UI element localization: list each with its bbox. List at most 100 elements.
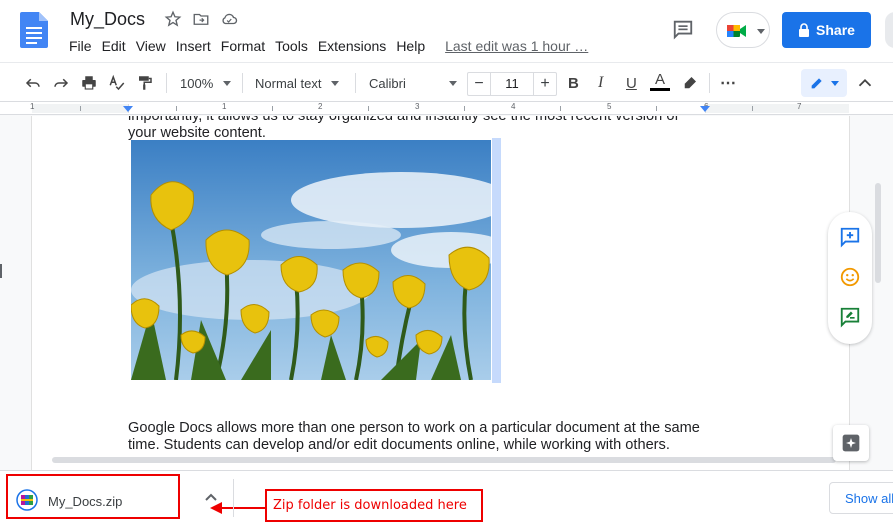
pencil-icon <box>811 78 822 89</box>
text-color-letter: A <box>654 71 665 88</box>
download-bar: My_Docs.zip Zip folder is downloaded her… <box>0 470 893 522</box>
comment-history-icon[interactable] <box>672 18 694 40</box>
text-color-swatch <box>650 88 670 91</box>
paint-roller-icon <box>139 76 152 90</box>
menu-format[interactable]: Format <box>216 37 270 55</box>
style-value: Normal text <box>255 75 322 91</box>
google-meet-icon <box>727 25 746 37</box>
ruler-tick <box>80 106 81 111</box>
chevron-down-icon <box>757 29 765 34</box>
text-color-button[interactable]: A <box>650 72 670 94</box>
text-line: Google Docs allows more than one person … <box>128 420 700 436</box>
toolbar-divider <box>355 73 356 93</box>
tulips-image[interactable] <box>131 140 491 380</box>
ruler-tick <box>560 106 561 111</box>
ruler-tick <box>656 106 657 111</box>
chevron-down-icon <box>831 80 839 86</box>
google-docs-logo-icon[interactable] <box>20 12 48 48</box>
spellcheck-button[interactable] <box>108 72 126 94</box>
ruler-tick <box>368 106 369 111</box>
download-file-name: My_Docs.zip <box>48 494 123 509</box>
ruler-number: 3 <box>415 102 420 111</box>
ruler-number: 1 <box>30 102 35 111</box>
emoji-reaction-icon[interactable] <box>839 266 861 288</box>
italic-button[interactable]: I <box>598 72 603 94</box>
toolbar-divider <box>242 73 243 93</box>
lock-icon <box>799 23 810 37</box>
download-item[interactable]: My_Docs.zip <box>6 474 180 519</box>
suggest-edits-icon[interactable] <box>839 306 861 328</box>
ruler-number: 7 <box>797 102 802 111</box>
underline-button[interactable]: U <box>626 72 637 94</box>
annotation-label: Zip folder is downloaded here <box>265 489 483 522</box>
vertical-scrollbar[interactable] <box>875 183 881 283</box>
menu-tools[interactable]: Tools <box>270 37 313 55</box>
last-edit-link[interactable]: Last edit was 1 hour … <box>440 37 593 55</box>
header: My_Docs File Edit View Insert Format Too… <box>0 0 893 62</box>
explore-button[interactable] <box>833 425 869 461</box>
bold-button[interactable]: B <box>568 72 579 94</box>
menu-help[interactable]: Help <box>391 37 430 55</box>
move-folder-icon[interactable] <box>192 10 210 28</box>
ruler-number: 4 <box>511 102 516 111</box>
more-options-button[interactable]: ⋯ <box>720 72 736 94</box>
paint-format-button[interactable] <box>136 72 154 94</box>
undo-icon <box>25 78 40 88</box>
menu-file[interactable]: File <box>64 37 97 55</box>
meet-button[interactable] <box>716 12 770 48</box>
avatar[interactable] <box>885 12 893 48</box>
ruler-number: 2 <box>318 102 323 111</box>
ruler-tick <box>464 106 465 111</box>
explore-sparkle-icon <box>842 434 860 452</box>
toolbar-divider <box>166 73 167 93</box>
font-size-input[interactable]: 11 <box>490 73 534 95</box>
font-select[interactable]: Calibri <box>369 72 457 94</box>
ruler: 1 1 2 3 4 5 6 7 <box>0 102 893 115</box>
collapse-menus-icon[interactable] <box>854 72 876 94</box>
menu-insert[interactable]: Insert <box>171 37 216 55</box>
font-size-stepper: − 11 + <box>467 72 557 96</box>
ruler-tick <box>272 106 273 111</box>
download-divider <box>233 479 234 517</box>
horizontal-scrollbar[interactable] <box>52 457 836 463</box>
menu-edit[interactable]: Edit <box>97 37 131 55</box>
zoom-value: 100% <box>180 75 214 91</box>
share-button[interactable]: Share <box>782 12 871 48</box>
paragraph: Google Docs allows more than one person … <box>128 420 718 454</box>
paragraph: importantly, it allows us to stay organi… <box>128 116 718 142</box>
show-all-button[interactable]: Show all <box>829 482 893 514</box>
ruler-number: 5 <box>607 102 612 111</box>
ruler-tick <box>752 106 753 111</box>
left-indent-marker[interactable] <box>123 106 133 112</box>
text-line: time. Students can develop and/or edit d… <box>128 437 670 453</box>
chevron-down-icon <box>223 80 232 86</box>
star-icon[interactable] <box>164 10 182 28</box>
text-line: importantly, it allows us to stay organi… <box>128 116 679 124</box>
increase-font-size-button[interactable]: + <box>534 75 556 93</box>
image-selection-handle[interactable] <box>492 138 501 383</box>
redo-button[interactable] <box>52 72 70 94</box>
zoom-select[interactable]: 100% <box>180 72 232 94</box>
outline-marker[interactable] <box>0 264 2 278</box>
right-indent-marker[interactable] <box>700 106 710 112</box>
highlight-button[interactable] <box>681 72 699 94</box>
add-comment-icon[interactable] <box>839 226 861 248</box>
side-actions-panel <box>828 212 872 344</box>
decrease-font-size-button[interactable]: − <box>468 75 490 93</box>
print-button[interactable] <box>80 72 98 94</box>
document-area: importantly, it allows us to stay organi… <box>0 116 893 470</box>
toolbar: 100% Normal text Calibri − 11 + B I U A … <box>0 62 893 102</box>
editing-mode-button[interactable] <box>801 69 847 97</box>
undo-button[interactable] <box>24 72 42 94</box>
cloud-status-icon[interactable] <box>220 10 238 28</box>
highlighter-icon <box>684 77 696 89</box>
share-label: Share <box>816 22 855 38</box>
document-page[interactable]: importantly, it allows us to stay organi… <box>32 116 849 470</box>
menu-view[interactable]: View <box>131 37 171 55</box>
style-select[interactable]: Normal text <box>255 72 340 94</box>
menu-extensions[interactable]: Extensions <box>313 37 391 55</box>
font-value: Calibri <box>369 75 406 91</box>
title-icons <box>164 10 238 28</box>
document-title[interactable]: My_Docs <box>70 9 145 30</box>
zip-archive-icon <box>16 489 38 511</box>
